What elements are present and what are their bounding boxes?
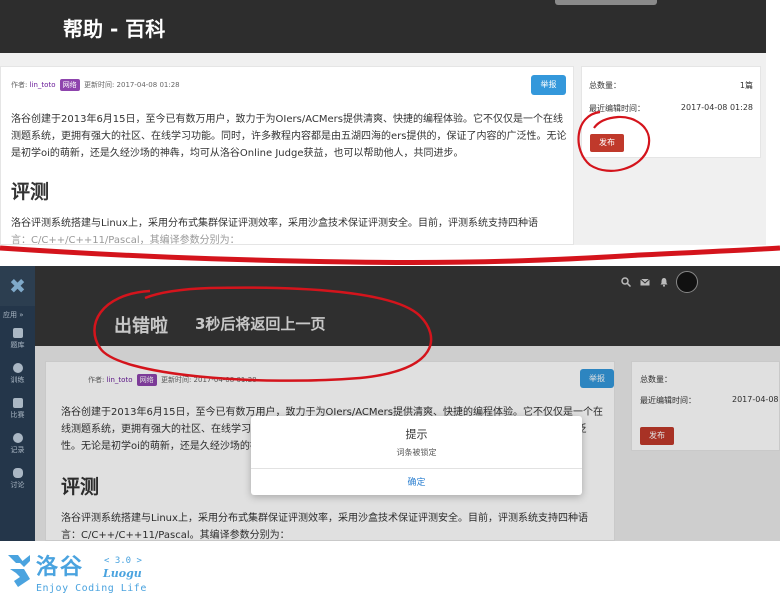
top-screenshot: 帮助 - 百科 作者: lin_toto 网络 更新时间: 2017-04-08… (0, 0, 780, 245)
annotation-separator-line (0, 245, 780, 266)
luogu-logo-icon (8, 555, 30, 587)
luogu-brand: 洛谷 < 3.0 > Luogu Enjoy Coding Life (0, 541, 780, 600)
annotation-circle-error (93, 286, 433, 382)
annotation-circle-publish (577, 110, 651, 172)
logo-text-cn: 洛谷 (36, 555, 85, 580)
logo-text-en: Luogu (103, 567, 142, 580)
logo-version: < 3.0 > (104, 556, 142, 566)
logo-slogan: Enjoy Coding Life (36, 583, 147, 594)
bottom-screenshot: ✖ 应用 » 题库 训练 比赛 记录 讨论 出错啦 3秒后将返回上一页 作者: … (0, 266, 780, 541)
